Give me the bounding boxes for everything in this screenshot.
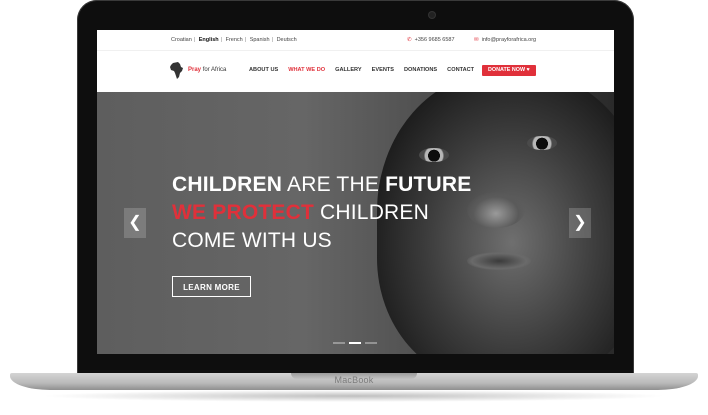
nav-donations[interactable]: DONATIONS (404, 67, 437, 73)
lang-separator: | (271, 37, 274, 43)
hero-children-2: CHILDREN (320, 201, 429, 224)
lang-english[interactable]: English (199, 37, 219, 43)
lang-deutsch[interactable]: Deutsch (277, 37, 297, 43)
lang-separator: | (220, 37, 223, 43)
hero-slider: CHILDREN ARE THE FUTURE WE PROTECT CHILD… (97, 92, 614, 354)
hero-children: CHILDREN (172, 173, 283, 196)
slide-dot[interactable] (333, 342, 345, 344)
learn-more-button[interactable]: LEARN MORE (172, 276, 251, 297)
nav-what-we-do[interactable]: WHAT WE DO (288, 67, 325, 73)
hero-future: FUTURE (385, 173, 472, 196)
language-switcher: Croatian | English | French | Spanish | Deut… (170, 37, 298, 43)
donate-now-button[interactable]: DONATE NOW ♥ (482, 65, 536, 76)
nav-contact[interactable]: CONTACT (447, 67, 474, 73)
phone-contact[interactable]: ✆ +356 9685 6587 (407, 37, 455, 43)
hero-we-protect: WE PROTECT (172, 201, 314, 224)
chevron-left-icon: ❮ (128, 214, 142, 231)
slide-dot[interactable] (365, 342, 377, 344)
hero-line-2: WE PROTECT CHILDREN (172, 201, 429, 225)
phone-icon: ✆ (407, 37, 412, 43)
slide-dot-active[interactable] (349, 342, 361, 344)
logo-pray: Pray (188, 67, 202, 73)
email-address: info@prayforafrica.org (481, 37, 537, 43)
africa-map-icon[interactable] (170, 62, 184, 80)
photo-mouth (467, 252, 531, 270)
chevron-right-icon: ❯ (573, 214, 587, 231)
nav-about-us[interactable]: ABOUT US (249, 67, 278, 73)
nav-menu: ABOUT US WHAT WE DO GALLERY EVENTS DONAT… (249, 67, 474, 73)
lang-separator: | (193, 37, 196, 43)
donate-label: DONATE NOW (488, 67, 526, 73)
phone-number: +356 9685 6587 (414, 37, 455, 43)
photo-eye (527, 136, 557, 150)
email-contact[interactable]: ✉ info@prayforafrica.org (474, 37, 536, 43)
heart-icon: ♥ (526, 67, 530, 73)
photo-nose (467, 192, 525, 228)
website-screen: Croatian | English | French | Spanish | Deut… (97, 30, 614, 354)
topbar: Croatian | English | French | Spanish | Deut… (97, 30, 614, 50)
envelope-icon: ✉ (474, 37, 479, 43)
nav-gallery[interactable]: GALLERY (335, 67, 362, 73)
hero-are-the: ARE THE (287, 173, 380, 196)
photo-eye (419, 148, 449, 162)
lang-french[interactable]: French (226, 37, 243, 43)
device-brand: MacBook (334, 375, 374, 385)
lang-croatian[interactable]: Croatian (171, 37, 192, 43)
lang-spanish[interactable]: Spanish (250, 37, 270, 43)
nav-events[interactable]: EVENTS (372, 67, 394, 73)
hero-line-3: COME WITH US (172, 229, 332, 252)
laptop-shadow (40, 390, 668, 402)
slider-dots (333, 342, 377, 344)
logo-rest: for Africa (202, 67, 227, 73)
prev-slide-button[interactable]: ❮ (124, 208, 146, 238)
main-nav: Pray for Africa ABOUT US WHAT WE DO GALL… (97, 50, 614, 93)
camera-icon (429, 12, 435, 18)
site-logo[interactable]: Pray for Africa (188, 67, 226, 73)
hero-line-1: CHILDREN ARE THE FUTURE (172, 173, 471, 197)
lang-separator: | (244, 37, 247, 43)
next-slide-button[interactable]: ❯ (569, 208, 591, 238)
